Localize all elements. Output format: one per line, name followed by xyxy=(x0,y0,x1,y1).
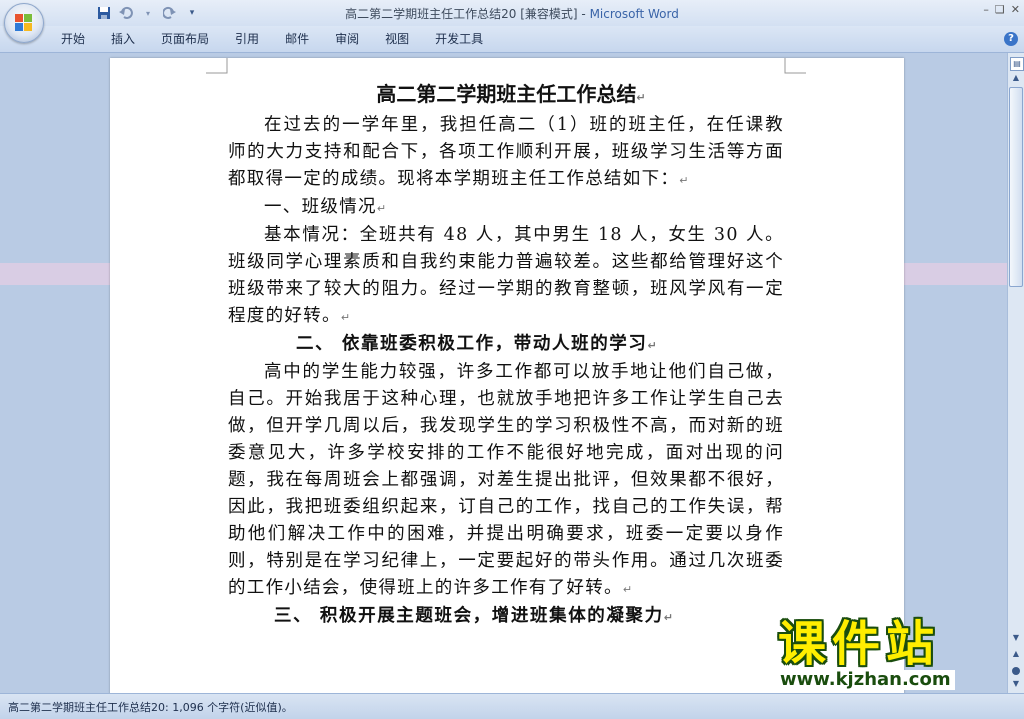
window-controls: – ❑ ✕ xyxy=(983,3,1020,16)
window-title: 高二第二学期班主任工作总结20 [兼容模式] - Microsoft Word xyxy=(0,5,1024,22)
paragraph: 在过去的一学年里，我担任高二（1）班的班主任，在任课教师的大力支持和配合下，各项… xyxy=(228,115,784,189)
section-heading: 一、班级情况↵ xyxy=(264,197,387,217)
paragraph: 高中的学生能力较强，许多工作都可以放手地让他们自己做，自己。开始我居于这种心理，… xyxy=(228,362,784,598)
crop-mark-right xyxy=(784,58,806,74)
tab-view[interactable]: 视图 xyxy=(372,31,422,47)
section-heading: 三、 积极开展主题班会，增进班集体的凝聚力↵ xyxy=(274,606,673,626)
tab-mailings[interactable]: 邮件 xyxy=(272,31,322,47)
title-separator: - xyxy=(577,7,590,21)
section-heading: 二、 依靠班委积极工作，带动人班的学习↵ xyxy=(296,334,657,354)
crop-mark-left xyxy=(206,58,228,74)
tab-page-layout[interactable]: 页面布局 xyxy=(148,31,222,47)
app-name: Microsoft Word xyxy=(589,7,679,21)
document-page[interactable]: 高二第二学期班主任工作总结↵ 在过去的一学年里，我担任高二（1）班的班主任，在任… xyxy=(110,58,904,698)
document-content[interactable]: 高二第二学期班主任工作总结↵ 在过去的一学年里，我担任高二（1）班的班主任，在任… xyxy=(228,80,784,631)
status-bar: 高二第二学期班主任工作总结20: 1,096 个字符(近似值)。 xyxy=(0,693,1024,719)
vertical-scrollbar[interactable]: ▤ ▲ ▼ ▲ ▼ xyxy=(1007,53,1024,693)
watermark-text: 课件站 xyxy=(778,616,941,672)
close-icon[interactable]: ✕ xyxy=(1011,3,1020,16)
title-bar: ▾ ▾ 高二第二学期班主任工作总结20 [兼容模式] - Microsoft W… xyxy=(0,0,1024,26)
scroll-thumb[interactable] xyxy=(1009,87,1023,287)
tab-references[interactable]: 引用 xyxy=(222,31,272,47)
watermark-url: www.kjzhan.com xyxy=(776,670,955,690)
tab-insert[interactable]: 插入 xyxy=(98,31,148,47)
ruler-toggle-icon[interactable]: ▤ xyxy=(1010,57,1024,71)
restore-icon[interactable]: ❑ xyxy=(995,3,1005,16)
tab-home[interactable]: 开始 xyxy=(48,31,98,47)
document-workspace: 高二第二学期班主任工作总结↵ 在过去的一学年里，我担任高二（1）班的班主任，在任… xyxy=(0,53,1008,698)
help-icon[interactable]: ? xyxy=(1004,32,1018,46)
office-logo-icon xyxy=(15,14,33,32)
ribbon-tabs: 开始 插入 页面布局 引用 邮件 审阅 视图 开发工具 xyxy=(48,31,496,47)
word-count-status[interactable]: 高二第二学期班主任工作总结20: 1,096 个字符(近似值)。 xyxy=(8,699,293,715)
minimize-icon[interactable]: – xyxy=(983,3,989,16)
document-name: 高二第二学期班主任工作总结20 [兼容模式] xyxy=(345,7,578,21)
ribbon: 开始 插入 页面布局 引用 邮件 审阅 视图 开发工具 ? xyxy=(0,26,1024,53)
paragraph: 基本情况：全班共有 48 人，其中男生 18 人，女生 30 人。班级同学心理素… xyxy=(228,225,784,326)
watermark-logo: 课件站 www.kjzhan.com xyxy=(770,616,1020,694)
tab-developer[interactable]: 开发工具 xyxy=(422,31,496,47)
tab-review[interactable]: 审阅 xyxy=(322,31,372,47)
document-title: 高二第二学期班主任工作总结↵ xyxy=(376,82,646,106)
office-button[interactable] xyxy=(4,3,44,43)
scroll-up-icon[interactable]: ▲ xyxy=(1010,73,1022,85)
